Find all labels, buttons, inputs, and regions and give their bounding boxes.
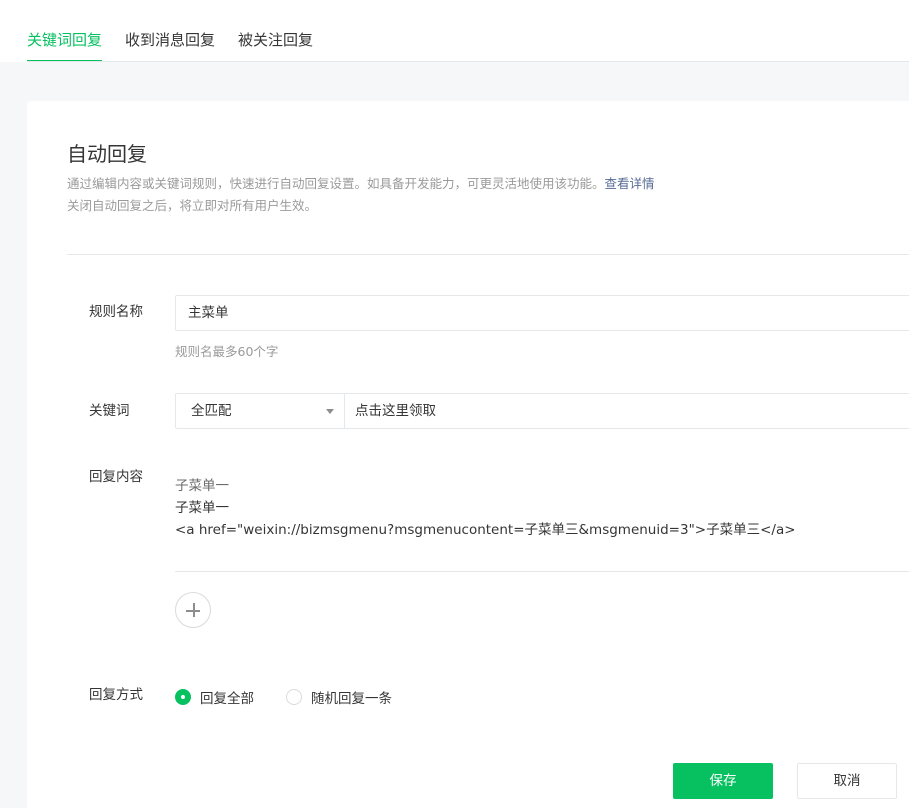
radio-random-reply-label: 随机回复一条 bbox=[311, 691, 392, 707]
reply-mode-label: 回复方式 bbox=[89, 687, 143, 703]
radio-checked-icon bbox=[175, 689, 191, 705]
page-description: 通过编辑内容或关键词规则，快速进行自动回复设置。如具备开发能力，可更灵活地使用该… bbox=[67, 173, 787, 217]
tab-follow-reply[interactable]: 被关注回复 bbox=[238, 30, 313, 62]
match-mode-select[interactable]: 全匹配 bbox=[175, 393, 345, 429]
rule-name-hint: 规则名最多60个字 bbox=[175, 344, 279, 359]
rule-name-input[interactable]: 主菜单 bbox=[175, 295, 909, 331]
description-line-1: 通过编辑内容或关键词规则，快速进行自动回复设置。如具备开发能力，可更灵活地使用该… bbox=[67, 176, 605, 191]
add-reply-button[interactable] bbox=[175, 592, 211, 628]
section-divider bbox=[67, 254, 909, 255]
reply-content-text[interactable]: 子菜单一 子菜单一 <a href="weixin://bizmsgmenu?m… bbox=[175, 475, 796, 541]
page-title: 自动回复 bbox=[67, 142, 147, 166]
rule-name-label: 规则名称 bbox=[89, 304, 143, 320]
reply-divider bbox=[175, 571, 909, 572]
reply-content-label: 回复内容 bbox=[89, 469, 143, 485]
radio-reply-all[interactable]: 回复全部 bbox=[175, 687, 254, 707]
save-button[interactable]: 保存 bbox=[673, 763, 773, 799]
description-line-2: 关闭自动回复之后，将立即对所有用户生效。 bbox=[67, 198, 318, 213]
top-tab-bar: 关键词回复 收到消息回复 被关注回复 bbox=[0, 0, 909, 62]
keyword-label: 关键词 bbox=[89, 403, 130, 419]
keyword-input[interactable]: 点击这里领取 bbox=[344, 393, 909, 429]
chevron-down-icon bbox=[326, 409, 334, 414]
reply-line: <a href="weixin://bizmsgmenu?msgmenucont… bbox=[175, 522, 796, 538]
match-mode-value: 全匹配 bbox=[191, 403, 232, 419]
reply-line: 子菜单一 bbox=[175, 478, 229, 494]
radio-reply-all-label: 回复全部 bbox=[200, 691, 254, 707]
radio-random-reply[interactable]: 随机回复一条 bbox=[286, 687, 392, 707]
cancel-button[interactable]: 取消 bbox=[797, 763, 897, 799]
reply-line: 子菜单一 bbox=[175, 500, 229, 516]
tab-message-reply[interactable]: 收到消息回复 bbox=[125, 30, 215, 62]
tabs: 关键词回复 收到消息回复 被关注回复 bbox=[27, 30, 313, 62]
reply-mode-radio-group: 回复全部 随机回复一条 bbox=[175, 687, 424, 707]
view-details-link[interactable]: 查看详情 bbox=[605, 176, 655, 191]
auto-reply-card: 自动回复 通过编辑内容或关键词规则，快速进行自动回复设置。如具备开发能力，可更灵… bbox=[27, 101, 909, 808]
tab-keyword-reply[interactable]: 关键词回复 bbox=[27, 30, 103, 62]
tab-divider bbox=[27, 61, 909, 62]
radio-unchecked-icon bbox=[286, 689, 302, 705]
